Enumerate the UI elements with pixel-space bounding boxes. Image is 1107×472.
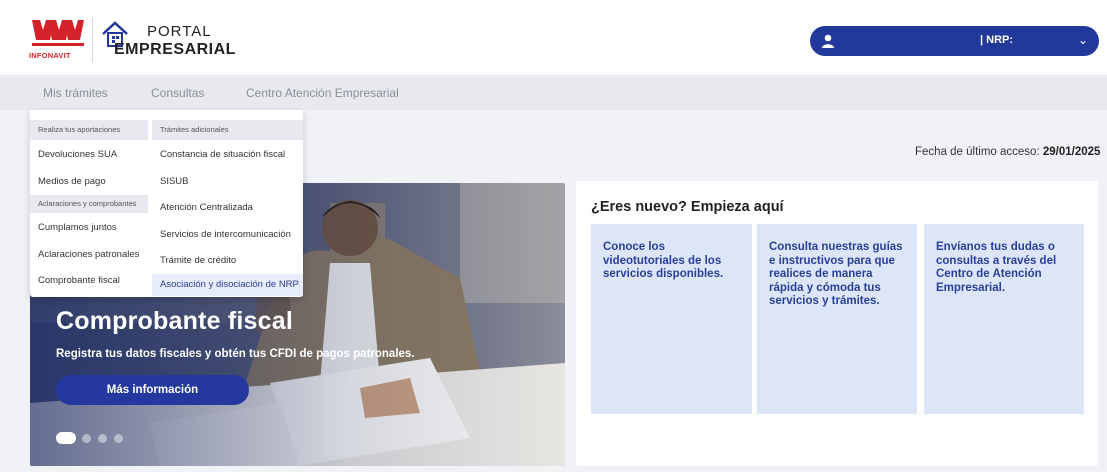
card-videotutorials[interactable]: Conoce los videotutoriales de los servic… [591,224,752,414]
logo-divider [92,18,93,62]
carousel-dot-4[interactable] [114,434,123,443]
menu-medios-de-pago[interactable]: Medios de pago [30,176,106,187]
mis-tramites-dropdown: Realiza tus aportaciones Devoluciones SU… [30,110,303,297]
menu-devoluciones-sua[interactable]: Devoluciones SUA [30,149,117,160]
hero-title: Comprobante fiscal [56,307,293,335]
carousel-dot-1[interactable] [56,432,76,444]
top-bar: INFONAVIT PORTAL EMPRESARIAL | NRP: ⌄ [0,0,1107,76]
menu-tramite-credito[interactable]: Trámite de crédito [152,255,236,266]
carousel-dot-3[interactable] [98,434,107,443]
nrp-label: | NRP: [980,34,1014,46]
menu-comprobante-fiscal[interactable]: Comprobante fiscal [30,275,120,286]
user-icon [820,33,836,49]
getting-started-panel: ¿Eres nuevo? Empieza aquí Conoce los vid… [576,181,1098,466]
last-access: Fecha de último acceso: 29/01/2025 [915,146,1100,158]
portal-title-line2: EMPRESARIAL [114,41,236,58]
hero-subtitle: Registra tus datos fiscales y obtén tus … [56,348,415,360]
logo-text: INFONAVIT [29,51,71,60]
menu-aclaraciones-patronales[interactable]: Aclaraciones patronales [30,249,139,260]
infonavit-logo[interactable]: INFONAVIT [29,16,85,64]
dropdown-header-aclaraciones: Aclaraciones y comprobantes [30,195,148,213]
nav-consultas[interactable]: Consultas [151,86,204,100]
menu-constancia-situacion-fiscal[interactable]: Constancia de situación fiscal [152,149,285,160]
last-access-date: 29/01/2025 [1042,146,1101,158]
user-account-menu[interactable]: | NRP: ⌄ [810,26,1099,56]
chevron-down-icon[interactable]: ⌄ [1078,33,1088,47]
menu-cumplamos-juntos[interactable]: Cumplamos juntos [30,222,117,233]
card-contact[interactable]: Envíanos tus dudas o consultas a través … [924,224,1084,414]
menu-sisub[interactable]: SISUB [152,176,189,187]
dropdown-header-tramites: Trámites adicionales [152,120,303,140]
last-access-label: Fecha de último acceso: [915,146,1040,158]
portal-title-line1: PORTAL [147,23,212,40]
carousel-dot-2[interactable] [82,434,91,443]
card-guides[interactable]: Consulta nuestras guías e instructivos p… [757,224,917,414]
nav-centro-atencion[interactable]: Centro Atención Empresarial [246,86,399,100]
menu-asociacion-disociacion-nrp[interactable]: Asociación y disociación de NRP [152,274,303,296]
menu-atencion-centralizada[interactable]: Atención Centralizada [152,202,253,213]
more-info-button[interactable]: Más información [56,375,249,405]
main-nav: Mis trámites Consultas Centro Atención E… [0,77,1107,110]
panel-title: ¿Eres nuevo? Empieza aquí [591,199,784,215]
menu-servicios-intercomunicacion[interactable]: Servicios de intercomunicación [152,229,291,240]
dropdown-header-aportaciones: Realiza tus aportaciones [30,120,148,140]
nav-mis-tramites[interactable]: Mis trámites [43,86,108,100]
